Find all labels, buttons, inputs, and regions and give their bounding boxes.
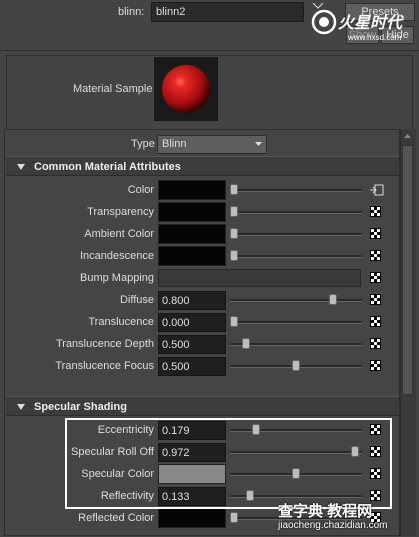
dropdown-arrow-icon [254,138,263,155]
slider-handle[interactable] [329,294,337,305]
collapse-triangle-icon [17,163,25,170]
checker-icon[interactable] [370,228,381,239]
map-arrow-icon[interactable] [370,184,384,199]
slider-track[interactable] [230,255,362,258]
node-name-field[interactable]: blinn2 [151,2,304,22]
bump-map-field[interactable] [158,269,361,287]
attribute-label: Reflected Color [78,512,154,524]
slider-handle[interactable] [230,250,238,261]
watermark-logo: 火星时代 www.hxsd.com [308,4,418,44]
color-swatch[interactable] [158,246,226,266]
slider-track[interactable] [230,189,362,192]
watermark-bottom: 查字典 教程网 jiaocheng.chazidian.com [278,504,418,536]
value-field[interactable]: 0.500 [158,357,226,376]
checker-icon[interactable] [370,272,381,283]
slider-track[interactable] [230,299,362,302]
attribute-label: Transparency [87,206,154,218]
attribute-label: Incandescence [80,250,154,262]
slider-track[interactable] [230,211,362,214]
type-dropdown-value: Blinn [162,138,187,150]
svg-text:火星时代: 火星时代 [338,14,404,32]
section-specular-shading[interactable]: Specular Shading [6,396,399,416]
svg-text:www.hxsd.com: www.hxsd.com [347,33,402,42]
attribute-label: Translucence Focus [55,360,154,372]
section-title: Specular Shading [34,401,127,413]
material-sphere [162,65,210,113]
attribute-label: Bump Mapping [80,272,154,284]
type-dropdown[interactable]: Blinn [157,135,267,154]
attribute-label: Color [127,184,154,196]
checker-icon[interactable] [370,250,381,261]
value-field[interactable]: 0.800 [158,291,226,310]
attribute-label: Ambient Color [84,228,154,240]
color-swatch[interactable] [158,180,226,200]
checker-icon[interactable] [370,338,381,349]
collapse-triangle-icon [17,403,25,410]
watermark-bottom-url: jiaocheng.chazidian.com [278,520,388,531]
checker-icon[interactable] [370,294,381,305]
type-label: Type [131,138,155,150]
watermark-bottom-text: 查字典 教程网 [278,503,373,520]
material-sample-label: Material Sample [73,83,153,95]
slider-handle[interactable] [230,206,238,217]
checker-icon[interactable] [370,316,381,327]
slider-track[interactable] [230,321,362,324]
attribute-label: Translucence [88,316,154,328]
slider-handle[interactable] [242,338,250,349]
attribute-label: Translucence Depth [55,338,154,350]
highlight-box [65,418,392,509]
checker-icon[interactable] [370,360,381,371]
material-sample-swatch[interactable] [154,57,218,121]
color-swatch[interactable] [158,202,226,222]
scroll-up-arrow-icon[interactable] [402,131,413,141]
slider-track[interactable] [230,233,362,236]
slider-handle[interactable] [230,512,238,523]
value-field[interactable]: 0.000 [158,313,226,332]
color-swatch[interactable] [158,224,226,244]
section-title: Common Material Attributes [34,161,181,173]
section-common-material-attributes[interactable]: Common Material Attributes [6,156,399,176]
checker-icon[interactable] [370,206,381,217]
scrollbar-thumb[interactable] [402,145,413,395]
slider-handle[interactable] [230,228,238,239]
slider-handle[interactable] [230,316,238,327]
slider-handle[interactable] [230,184,238,195]
node-type-label: blinn: [118,6,145,18]
value-field[interactable]: 0.500 [158,335,226,354]
attribute-label: Diffuse [119,294,154,306]
slider-handle[interactable] [292,360,300,371]
color-swatch[interactable] [158,508,226,528]
